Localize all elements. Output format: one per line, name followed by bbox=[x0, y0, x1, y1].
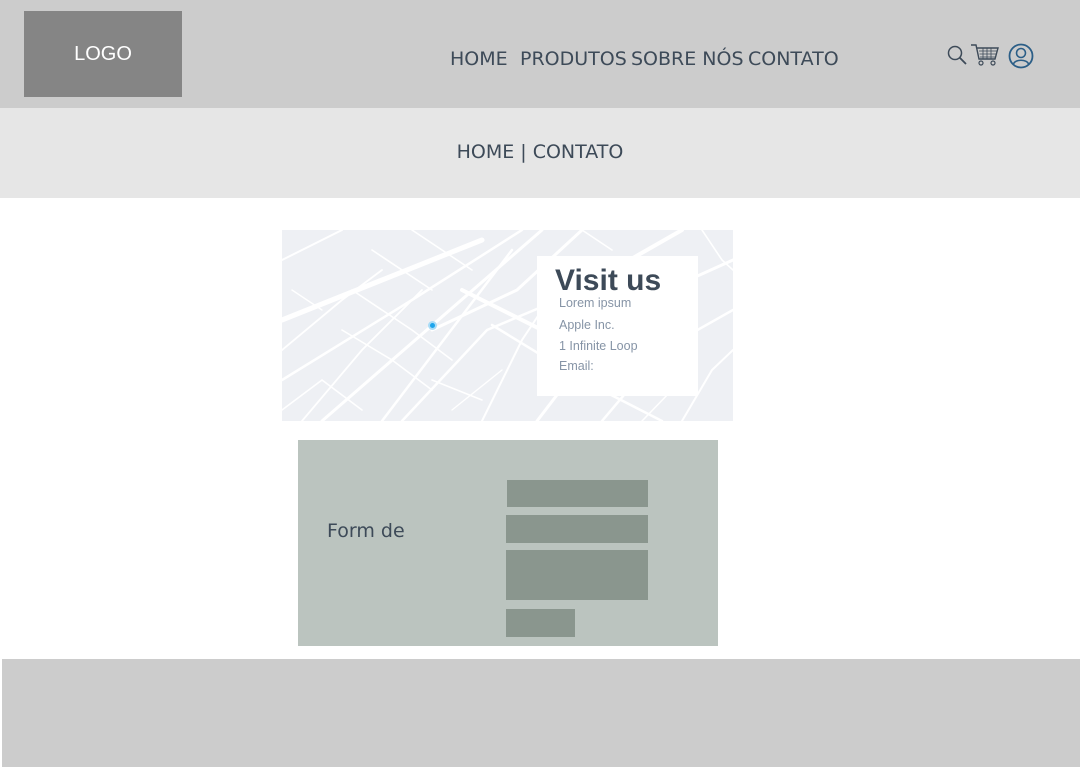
message-field[interactable] bbox=[506, 550, 648, 600]
email-field[interactable] bbox=[506, 515, 648, 543]
breadcrumb: HOME | CONTATO bbox=[0, 141, 1080, 163]
nav-produtos[interactable]: PRODUTOS bbox=[520, 48, 627, 70]
submit-button[interactable] bbox=[506, 609, 575, 637]
visit-line-3: 1 Infinite Loop bbox=[559, 339, 638, 353]
contact-form: Form de bbox=[298, 440, 718, 646]
visit-line-4: Email: bbox=[559, 359, 594, 373]
breadcrumb-current: CONTATO bbox=[532, 141, 624, 163]
breadcrumb-band: HOME | CONTATO bbox=[0, 108, 1080, 198]
site-footer bbox=[2, 659, 1080, 767]
logo[interactable]: LOGO bbox=[24, 11, 182, 97]
visit-us-title: Visit us bbox=[555, 264, 662, 297]
nav-sobre-nos[interactable]: SOBRE NÓS bbox=[631, 48, 744, 70]
nav-contato[interactable]: CONTATO bbox=[748, 48, 839, 70]
user-icon[interactable] bbox=[1008, 43, 1034, 73]
form-label: Form de bbox=[327, 520, 405, 542]
map-pin-icon[interactable] bbox=[428, 321, 437, 330]
location-map[interactable]: Visit us Lorem ipsum Apple Inc. 1 Infini… bbox=[282, 230, 733, 421]
nav-home[interactable]: HOME bbox=[450, 48, 508, 70]
visit-line-2: Apple Inc. bbox=[559, 318, 615, 332]
search-icon[interactable] bbox=[946, 44, 968, 70]
visit-line-1: Lorem ipsum bbox=[559, 296, 632, 310]
breadcrumb-separator: | bbox=[520, 141, 527, 163]
cart-icon[interactable] bbox=[970, 42, 1000, 72]
site-header: LOGO HOME PRODUTOS SOBRE NÓS CONTATO bbox=[0, 0, 1080, 108]
breadcrumb-home[interactable]: HOME bbox=[457, 141, 515, 163]
visit-us-card: Visit us Lorem ipsum Apple Inc. 1 Infini… bbox=[537, 256, 698, 396]
name-field[interactable] bbox=[507, 480, 648, 507]
